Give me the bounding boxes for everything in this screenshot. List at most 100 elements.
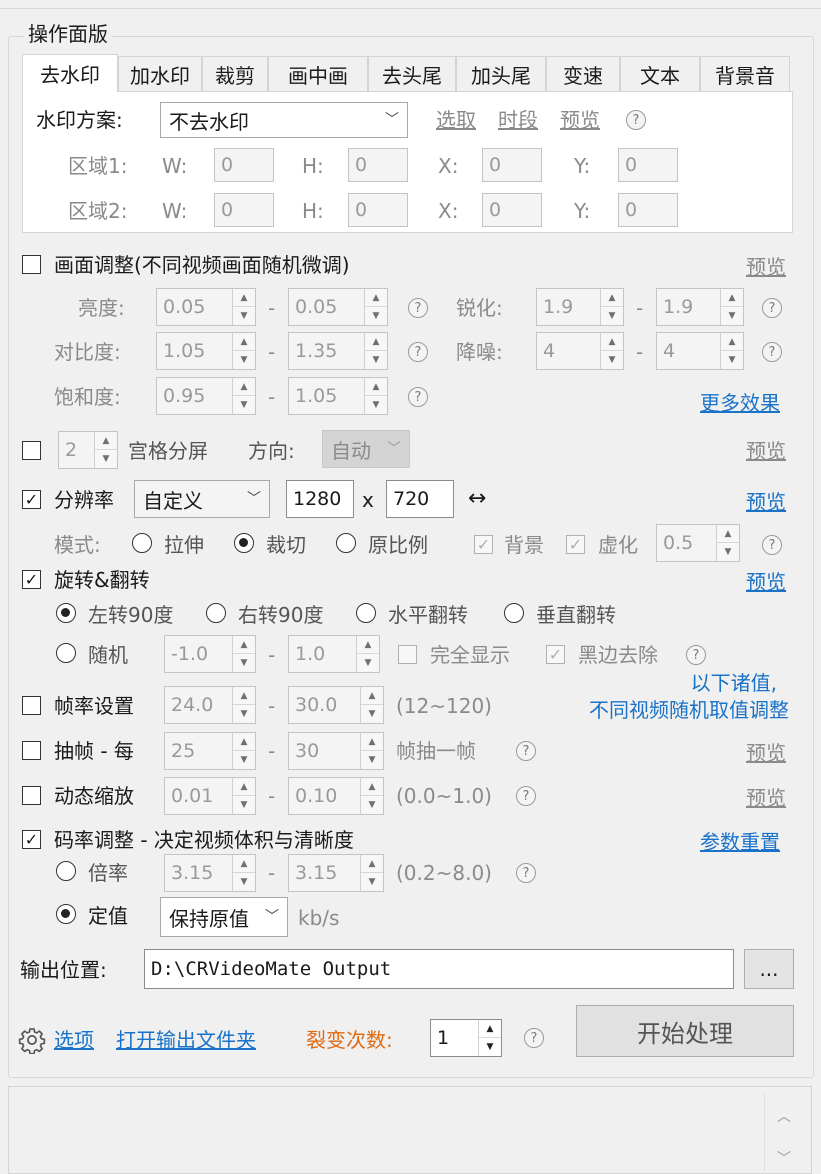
chevron-up-icon[interactable]: ▲ <box>721 333 743 351</box>
background-checkbox[interactable]: ✓ <box>474 535 493 554</box>
chevron-down-icon[interactable]: ▼ <box>233 751 255 769</box>
chevron-up-icon[interactable]: ▲ <box>365 378 387 396</box>
chevron-up-icon[interactable]: ▲ <box>95 432 117 450</box>
blur-stepper[interactable]: 0.5 ▲ ▼ <box>656 524 740 562</box>
chevron-down-icon[interactable]: ▼ <box>233 351 255 369</box>
resolution-preview-link[interactable]: 预览 <box>746 492 786 512</box>
chevron-down-icon[interactable]: ▼ <box>361 751 383 769</box>
tab-trim-head-tail[interactable]: 去头尾 <box>368 56 456 92</box>
fission-count-stepper[interactable]: 1 ▲ ▼ <box>430 1019 502 1057</box>
chevron-down-icon[interactable]: ▼ <box>357 654 379 672</box>
help-icon[interactable]: ? <box>408 342 428 362</box>
rotate-preview-link[interactable]: 预览 <box>746 572 786 592</box>
denoise-max-stepper[interactable]: 4 ▲ ▼ <box>656 332 744 370</box>
chevron-down-icon[interactable]: ﹀ <box>765 1148 803 1168</box>
bitrate-ratio-radio[interactable] <box>56 861 76 881</box>
help-icon[interactable]: ? <box>516 741 536 761</box>
chevron-up-icon[interactable]: ▲ <box>233 289 255 307</box>
region1-h-input[interactable]: 0 <box>348 148 408 182</box>
picture-adjust-checkbox[interactable] <box>22 255 41 274</box>
chevron-down-icon[interactable]: ▼ <box>479 1038 501 1056</box>
chevron-up-icon[interactable]: ▲ <box>233 778 255 796</box>
remove-black-border-checkbox[interactable]: ✓ <box>546 645 565 664</box>
help-icon[interactable]: ? <box>762 535 782 555</box>
help-icon[interactable]: ? <box>408 387 428 407</box>
region2-x-input[interactable]: 0 <box>482 193 542 227</box>
chevron-down-icon[interactable]: ▼ <box>95 450 117 468</box>
rotate-left-90-radio[interactable] <box>56 603 76 623</box>
tab-speed[interactable]: 变速 <box>546 56 620 92</box>
chevron-down-icon[interactable]: ▼ <box>721 307 743 325</box>
rotate-random-radio[interactable] <box>56 643 76 663</box>
start-processing-button[interactable]: 开始处理 <box>576 1005 794 1057</box>
resolution-preset-select[interactable]: 自定义 ﹀ <box>134 480 270 518</box>
full-display-checkbox[interactable] <box>398 645 417 664</box>
bitrate-fixed-radio[interactable] <box>56 904 76 924</box>
grid-split-preview-link[interactable]: 预览 <box>746 441 786 461</box>
chevron-up-icon[interactable]: ▲ <box>357 636 379 654</box>
chevron-down-icon[interactable]: ▼ <box>721 351 743 369</box>
resolution-checkbox[interactable]: ✓ <box>22 490 41 509</box>
output-path-input[interactable]: D:\CRVideoMate Output <box>144 949 734 989</box>
random-max-stepper[interactable]: 1.0 ▲ ▼ <box>288 635 380 673</box>
bitrate-ratio-min-stepper[interactable]: 3.15 ▲ ▼ <box>164 854 256 892</box>
log-panel[interactable] <box>8 1086 812 1174</box>
framerate-min-stepper[interactable]: 24.0 ▲ ▼ <box>164 686 256 724</box>
bitrate-ratio-max-stepper[interactable]: 3.15 ▲ ▼ <box>288 854 384 892</box>
swap-icon[interactable]: ↔ <box>468 488 486 510</box>
chevron-up-icon[interactable]: ▲ <box>233 855 255 873</box>
chevron-down-icon[interactable]: ▼ <box>717 543 739 561</box>
chevron-down-icon[interactable]: ▼ <box>361 796 383 814</box>
help-icon[interactable]: ? <box>762 342 782 362</box>
chevron-up-icon[interactable]: ▲ <box>365 289 387 307</box>
chevron-up-icon[interactable]: ▲ <box>601 289 623 307</box>
options-link[interactable]: 选项 <box>54 1030 94 1050</box>
saturation-min-stepper[interactable]: 0.95 ▲ ▼ <box>156 377 256 415</box>
frame-drop-checkbox[interactable] <box>22 741 41 760</box>
frame-drop-preview-link[interactable]: 预览 <box>746 743 786 763</box>
browse-button[interactable]: ... <box>744 949 794 989</box>
chevron-down-icon[interactable]: ▼ <box>233 705 255 723</box>
chevron-down-icon[interactable]: ▼ <box>365 351 387 369</box>
tab-add-watermark[interactable]: 加水印 <box>118 56 202 92</box>
dynamic-zoom-checkbox[interactable] <box>22 786 41 805</box>
denoise-min-stepper[interactable]: 4 ▲ ▼ <box>536 332 624 370</box>
sharpen-min-stepper[interactable]: 1.9 ▲ ▼ <box>536 288 624 326</box>
resolution-width-input[interactable]: 1280 <box>286 480 354 518</box>
flip-vertical-radio[interactable] <box>504 603 524 623</box>
chevron-up-icon[interactable]: ▲ <box>361 687 383 705</box>
blur-checkbox[interactable]: ✓ <box>566 535 585 554</box>
chevron-up-icon[interactable]: ▲ <box>717 525 739 543</box>
chevron-up-icon[interactable]: ▲ <box>601 333 623 351</box>
chevron-down-icon[interactable]: ▼ <box>233 796 255 814</box>
brightness-max-stepper[interactable]: 0.05 ▲ ▼ <box>288 288 388 326</box>
chevron-down-icon[interactable]: ▼ <box>365 396 387 414</box>
region1-w-input[interactable]: 0 <box>214 148 274 182</box>
tab-crop[interactable]: 裁剪 <box>202 56 268 92</box>
direction-select[interactable]: 自动 ﹀ <box>322 430 410 468</box>
tab-add-head-tail[interactable]: 加头尾 <box>456 56 546 92</box>
framerate-max-stepper[interactable]: 30.0 ▲ ▼ <box>288 686 384 724</box>
region2-h-input[interactable]: 0 <box>348 193 408 227</box>
dynamic-zoom-min-stepper[interactable]: 0.01 ▲ ▼ <box>164 777 256 815</box>
sharpen-max-stepper[interactable]: 1.9 ▲ ▼ <box>656 288 744 326</box>
help-icon[interactable]: ? <box>408 298 428 318</box>
saturation-max-stepper[interactable]: 1.05 ▲ ▼ <box>288 377 388 415</box>
region1-x-input[interactable]: 0 <box>482 148 542 182</box>
watermark-preview-link[interactable]: 预览 <box>560 110 600 130</box>
chevron-up-icon[interactable]: ▲ <box>479 1020 501 1038</box>
watermark-scheme-select[interactable]: 不去水印 ﹀ <box>160 102 408 138</box>
chevron-down-icon[interactable]: ▼ <box>233 307 255 325</box>
log-scrollbar[interactable]: ︿ ﹀ <box>764 1092 803 1174</box>
help-icon[interactable]: ? <box>524 1028 544 1048</box>
chevron-down-icon[interactable]: ▼ <box>365 307 387 325</box>
chevron-down-icon[interactable]: ▼ <box>361 873 383 891</box>
help-icon[interactable]: ? <box>516 863 536 883</box>
framerate-checkbox[interactable] <box>22 696 41 715</box>
chevron-up-icon[interactable]: ▲ <box>361 733 383 751</box>
flip-horizontal-radio[interactable] <box>356 603 376 623</box>
chevron-down-icon[interactable]: ▼ <box>233 396 255 414</box>
more-effects-link[interactable]: 更多效果 <box>700 393 780 413</box>
chevron-down-icon[interactable]: ▼ <box>233 654 255 672</box>
tab-background-music[interactable]: 背景音 <box>700 56 790 92</box>
